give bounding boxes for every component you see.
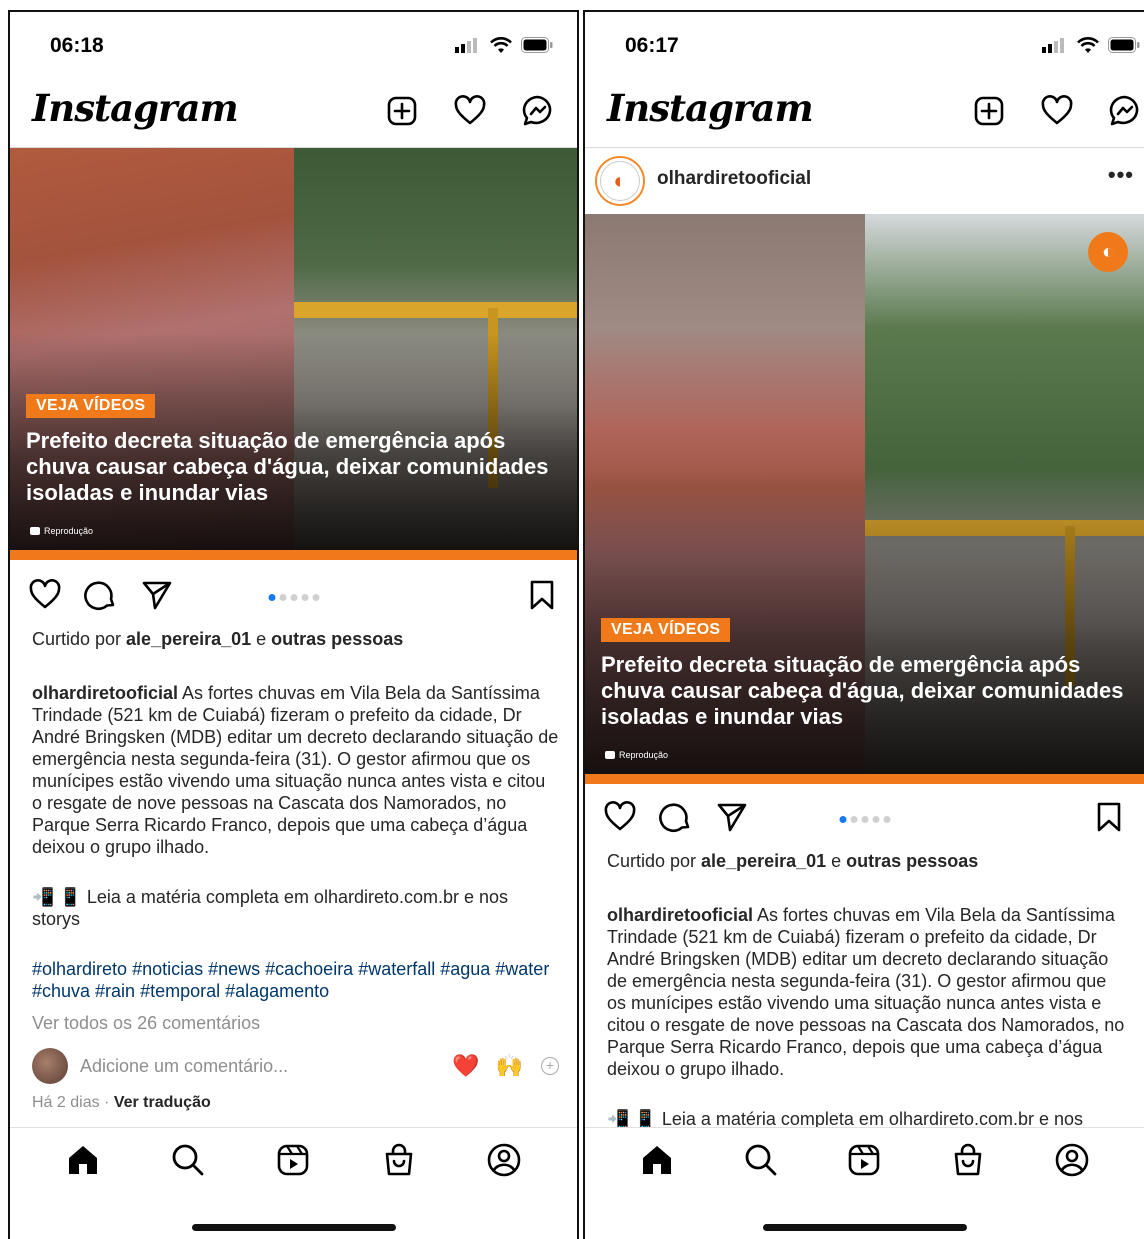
like-icon[interactable] <box>28 578 62 612</box>
status-bar: 06:18 <box>10 12 577 82</box>
like-icon[interactable] <box>603 800 637 834</box>
battery-icon <box>1108 37 1140 53</box>
heart-icon[interactable] <box>453 94 487 128</box>
post-time: Há 2 dias <box>32 1094 100 1111</box>
messenger-icon[interactable] <box>1108 94 1142 128</box>
wifi-icon <box>490 37 512 53</box>
home-icon[interactable] <box>639 1142 675 1178</box>
home-indicator[interactable] <box>762 1224 967 1231</box>
caption-read-more: 📲 📱 Leia a matéria completa em olhardire… <box>32 887 509 929</box>
post-media[interactable]: VEJA VÍDEOS Prefeito decreta situação de… <box>10 148 577 560</box>
post-media[interactable]: ◐ VEJA VÍDEOS Prefeito decreta situação … <box>585 214 1144 784</box>
add-comment-row: Adicione um comentário... ❤️ 🙌 + <box>32 1046 559 1086</box>
camera-icon <box>30 527 40 535</box>
share-icon[interactable] <box>715 800 749 834</box>
camera-icon <box>605 751 615 759</box>
heart-emoji-button[interactable]: ❤️ <box>452 1053 479 1079</box>
reels-icon[interactable] <box>846 1142 882 1178</box>
more-options-icon[interactable]: ••• <box>1108 162 1134 188</box>
save-icon[interactable] <box>1092 800 1126 834</box>
app-header: Instagram <box>10 80 577 148</box>
clock: 06:17 <box>625 34 679 57</box>
save-icon[interactable] <box>525 578 559 612</box>
profile-icon[interactable] <box>1054 1142 1090 1178</box>
signal-icon <box>1042 38 1064 53</box>
caption: olhardiretooficial As fortes chuvas em V… <box>32 660 559 858</box>
signal-icon <box>455 38 477 53</box>
clock: 06:18 <box>50 34 104 57</box>
caption-username[interactable]: olhardiretooficial <box>607 905 753 925</box>
carousel-indicator <box>839 816 890 823</box>
liked-others-link[interactable]: outras pessoas <box>846 851 978 871</box>
messenger-icon[interactable] <box>521 94 555 128</box>
media-badge: VEJA VÍDEOS <box>601 618 731 642</box>
carousel-indicator <box>268 594 319 601</box>
likes-line: Curtido por ale_pereira_01 e outras pess… <box>607 851 979 871</box>
heart-icon[interactable] <box>1040 94 1074 128</box>
bottom-nav <box>585 1127 1144 1239</box>
wifi-icon <box>1077 37 1099 53</box>
clap-emoji-button[interactable]: 🙌 <box>496 1053 523 1079</box>
media-credit: Reprodução <box>605 750 668 760</box>
share-icon[interactable] <box>140 578 174 612</box>
likes-line: Curtido por ale_pereira_01 e outras pess… <box>32 629 404 649</box>
liked-others-link[interactable]: outras pessoas <box>271 629 403 649</box>
post-header: ◐ olhardiretooficial ••• <box>585 148 1144 214</box>
comment-input[interactable]: Adicione um comentário... <box>80 1056 436 1077</box>
owner-avatar[interactable]: ◐ <box>595 156 645 206</box>
new-post-icon[interactable] <box>972 94 1006 128</box>
search-icon[interactable] <box>170 1142 206 1178</box>
phone-screen-right: 06:17 Instagram ◐ olhardiretooficial •••… <box>583 10 1144 1239</box>
shop-icon[interactable] <box>381 1142 417 1178</box>
comment-icon[interactable] <box>659 800 693 834</box>
profile-icon[interactable] <box>486 1142 522 1178</box>
media-badge: VEJA VÍDEOS <box>26 394 156 418</box>
phone-screen-left: 06:18 Instagram VEJA VÍDEOS Prefeito dec… <box>8 10 579 1239</box>
new-post-icon[interactable] <box>385 94 419 128</box>
home-icon[interactable] <box>65 1142 101 1178</box>
bottom-nav <box>10 1127 577 1239</box>
avatar <box>32 1048 68 1084</box>
instagram-logo[interactable]: Instagram <box>32 86 239 130</box>
home-indicator[interactable] <box>191 1224 396 1231</box>
app-header: Instagram <box>585 80 1144 148</box>
owner-username[interactable]: olhardiretooficial <box>657 168 811 190</box>
translate-link[interactable]: Ver tradução <box>114 1094 211 1111</box>
caption-text: As fortes chuvas em Vila Bela da Santíss… <box>607 905 1125 1079</box>
search-icon[interactable] <box>743 1142 779 1178</box>
add-emoji-icon[interactable]: + <box>541 1057 559 1075</box>
system-icons <box>455 36 553 54</box>
instagram-logo[interactable]: Instagram <box>607 86 814 130</box>
liker-username[interactable]: ale_pereira_01 <box>126 629 251 649</box>
shop-icon[interactable] <box>950 1142 986 1178</box>
system-icons <box>1042 36 1140 54</box>
watermark-logo-icon: ◐ <box>1088 232 1128 272</box>
status-bar: 06:17 <box>585 12 1144 82</box>
caption: olhardiretooficial As fortes chuvas em V… <box>607 882 1130 1080</box>
media-credit: Reprodução <box>30 526 93 536</box>
post-actions <box>10 568 577 620</box>
reels-icon[interactable] <box>275 1142 311 1178</box>
railing-image <box>293 302 577 318</box>
post-actions <box>585 790 1144 842</box>
caption-text: As fortes chuvas em Vila Bela da Santíss… <box>32 683 559 857</box>
brand-logo-icon: ◐ <box>600 161 640 201</box>
post-meta: Há 2 dias · Ver tradução <box>32 1094 211 1111</box>
comment-icon[interactable] <box>84 578 118 612</box>
caption-username[interactable]: olhardiretooficial <box>32 683 178 703</box>
caption-hashtags[interactable]: #olhardireto #noticias #news #cachoeira … <box>32 958 559 1002</box>
media-headline: Prefeito decreta situação de emergência … <box>601 652 1124 729</box>
liker-username[interactable]: ale_pereira_01 <box>701 851 826 871</box>
view-comments-link[interactable]: Ver todos os 26 comentários <box>32 1012 559 1034</box>
battery-icon <box>521 37 553 53</box>
media-headline: Prefeito decreta situação de emergência … <box>26 428 549 505</box>
